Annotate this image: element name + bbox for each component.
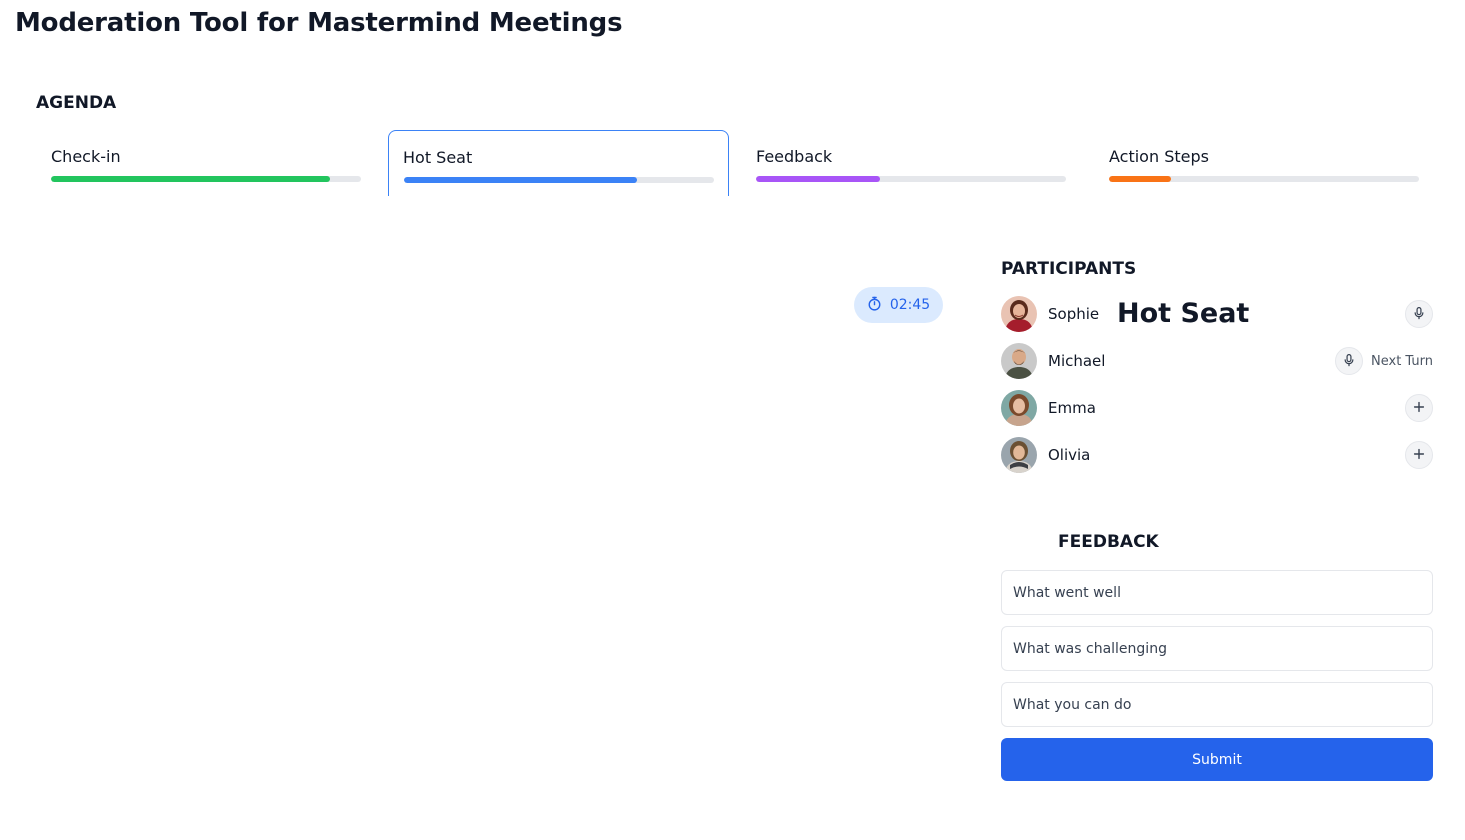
agenda-progress-fill bbox=[1109, 176, 1171, 182]
avatar bbox=[1001, 390, 1037, 426]
agenda-item-label: Action Steps bbox=[1109, 147, 1209, 166]
participant-row-sophie: Sophie Hot Seat bbox=[1001, 296, 1433, 332]
timer: 02:45 bbox=[854, 287, 943, 323]
participant-name: Olivia bbox=[1048, 446, 1091, 464]
participants-heading: PARTICIPANTS bbox=[1001, 259, 1137, 279]
agenda-item-hot-seat[interactable]: Hot Seat bbox=[388, 130, 729, 196]
agenda-item-label: Hot Seat bbox=[403, 148, 473, 167]
agenda-progress-fill bbox=[756, 176, 880, 182]
agenda-progress-bar bbox=[1109, 176, 1419, 182]
participant-name: Emma bbox=[1048, 399, 1096, 417]
avatar bbox=[1001, 343, 1037, 379]
participant-row-emma: Emma bbox=[1001, 390, 1433, 426]
page-title: Moderation Tool for Mastermind Meetings bbox=[15, 8, 623, 38]
agenda-item-action-steps[interactable]: Action Steps bbox=[1094, 130, 1435, 196]
microphone-button[interactable] bbox=[1405, 300, 1433, 328]
agenda-progress-bar bbox=[404, 177, 714, 183]
participant-name: Sophie bbox=[1048, 305, 1100, 323]
hot-seat-badge: Hot Seat bbox=[1117, 298, 1250, 329]
agenda-progress-bar bbox=[51, 176, 361, 182]
microphone-icon bbox=[1342, 353, 1356, 370]
add-button[interactable] bbox=[1405, 441, 1433, 469]
agenda-progress-fill bbox=[404, 177, 637, 183]
agenda-item-label: Feedback bbox=[756, 147, 833, 166]
feedback-heading: FEEDBACK bbox=[1058, 532, 1159, 552]
what-was-challenging-field[interactable] bbox=[1001, 626, 1433, 671]
agenda-item-check-in[interactable]: Check-in bbox=[36, 130, 377, 196]
agenda-item-label: Check-in bbox=[51, 147, 121, 166]
what-you-can-do-field[interactable] bbox=[1001, 682, 1433, 727]
next-turn-label[interactable]: Next Turn bbox=[1371, 354, 1433, 369]
microphone-icon bbox=[1412, 306, 1426, 323]
what-went-well-field[interactable] bbox=[1001, 570, 1433, 615]
participant-row-michael: Michael Next Turn bbox=[1001, 343, 1433, 379]
participant-name: Michael bbox=[1048, 352, 1106, 370]
agenda-progress-fill bbox=[51, 176, 330, 182]
plus-icon bbox=[1412, 400, 1426, 417]
agenda-heading: AGENDA bbox=[36, 93, 117, 113]
microphone-button[interactable] bbox=[1335, 347, 1364, 375]
stopwatch-icon bbox=[867, 296, 882, 315]
plus-icon bbox=[1412, 447, 1426, 464]
participant-row-olivia: Olivia bbox=[1001, 437, 1433, 473]
submit-button[interactable]: Submit bbox=[1001, 738, 1433, 781]
avatar bbox=[1001, 437, 1037, 473]
agenda-progress-bar bbox=[756, 176, 1066, 182]
add-button[interactable] bbox=[1405, 394, 1433, 422]
avatar bbox=[1001, 296, 1037, 332]
timer-value: 02:45 bbox=[889, 297, 931, 313]
agenda-item-feedback[interactable]: Feedback bbox=[741, 130, 1082, 196]
